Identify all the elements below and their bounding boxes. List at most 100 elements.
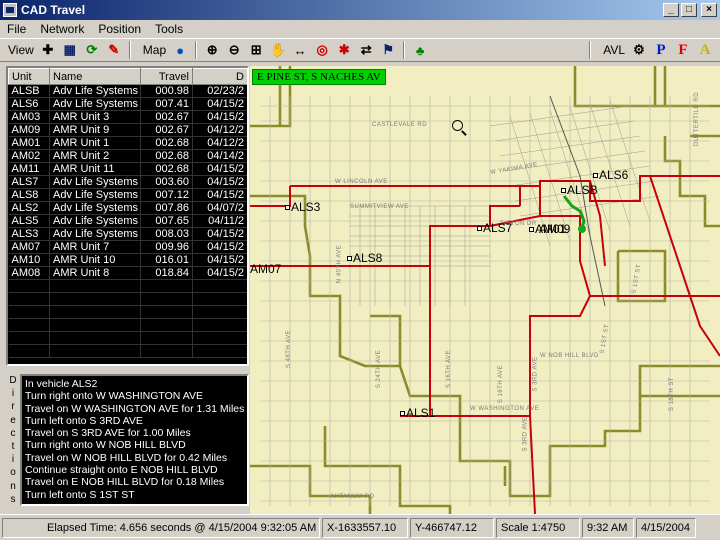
unit-row[interactable]: ALS3 Adv Life Systems 3 008.03 04/15/2 xyxy=(8,227,247,241)
empty-cell xyxy=(140,344,193,358)
unit-travel: 002.67 xyxy=(140,110,193,124)
direction-step[interactable]: Travel on E NOB HILL BLVD for 0.18 Miles xyxy=(25,476,244,488)
unit-row[interactable]: AM08 AMR Unit 8 018.84 04/15/2 xyxy=(8,266,247,280)
zoom-out-icon[interactable]: ⊖ xyxy=(225,41,243,59)
direction-step[interactable]: Travel on S 3RD AVE for 1.00 Miles xyxy=(25,427,244,439)
unit-row[interactable]: AM09 AMR Unit 9 002.67 04/12/2 xyxy=(8,123,247,137)
unit-id: AM10 xyxy=(8,253,50,267)
directions-side-letter: i xyxy=(11,454,15,466)
direction-step[interactable]: Travel on W WASHINGTON AVE for 1.31 Mile… xyxy=(25,403,244,415)
unit-row[interactable]: ALS7 Adv Life Systems 7 003.60 04/15/2 xyxy=(8,175,247,189)
unit-row[interactable]: ALS8 Adv Life Systems 8 007.12 04/15/2 xyxy=(8,188,247,202)
location-pin-icon[interactable]: ♣ xyxy=(411,41,429,59)
column-header-date[interactable]: D xyxy=(192,68,247,85)
street-label: N 40TH AVE xyxy=(336,244,343,284)
unit-row[interactable]: AM02 AMR Unit 2 002.68 04/14/2 xyxy=(8,149,247,163)
street-label: W NOB HILL BLVD xyxy=(540,353,599,359)
unit-marker-am09[interactable]: AM09 xyxy=(539,222,570,236)
direction-step[interactable]: Turn right onto W NOB HILL BLVD xyxy=(25,439,244,451)
unit-row[interactable]: ALSB Adv Life Systems ... 000.98 02/23/2 xyxy=(8,84,247,98)
map-canvas[interactable] xyxy=(250,66,720,514)
unit-date: 04/15/2 xyxy=(192,266,247,280)
eraser-icon[interactable]: ✎ xyxy=(105,41,123,59)
fire-button[interactable]: F xyxy=(674,41,692,59)
unit-id: AM02 xyxy=(8,149,50,163)
column-header-travel[interactable]: Travel xyxy=(140,68,193,85)
pan-hand-icon[interactable]: ✋ xyxy=(269,41,287,59)
status-date: 4/15/2004 xyxy=(636,517,696,538)
unit-list[interactable]: Unit Name Travel D ALSB Adv Life Systems … xyxy=(6,66,249,366)
column-header-name[interactable]: Name xyxy=(49,68,141,85)
avl-label: AVL xyxy=(603,43,625,57)
unit-row[interactable]: ALS6 Adv Life Systems 6 007.41 04/15/2 xyxy=(8,97,247,111)
title-bar: CAD Travel _ □ × xyxy=(0,0,720,20)
unit-name: Adv Life Systems 2 xyxy=(49,201,141,215)
directions-icon[interactable]: ⇄ xyxy=(357,41,375,59)
zoom-extent-icon[interactable]: ⊞ xyxy=(247,41,265,59)
unit-row[interactable]: AM07 AMR Unit 7 009.96 04/15/2 xyxy=(8,240,247,254)
empty-row xyxy=(8,305,247,319)
menu-network[interactable]: Network xyxy=(33,22,91,36)
toolbar-separator xyxy=(589,41,592,59)
zoom-cursor-icon xyxy=(452,120,463,131)
directions-panel[interactable]: In vehicle ALS2 Turn right onto W WASHING… xyxy=(20,374,249,506)
map-view[interactable]: E PINE ST, S NACHES AV CASTLEVALE RD W L… xyxy=(250,66,720,514)
empty-cell xyxy=(192,344,247,358)
unit-row[interactable]: AM10 AMR Unit 10 016.01 04/15/2 xyxy=(8,253,247,267)
unit-marker-als6[interactable]: ALS6 xyxy=(593,168,628,182)
route-runner-icon[interactable]: ✱ xyxy=(335,41,353,59)
close-button[interactable]: × xyxy=(701,3,717,17)
empty-row xyxy=(8,279,247,293)
unit-date: 04/12/2 xyxy=(192,123,247,137)
map-location-banner: E PINE ST, S NACHES AV xyxy=(252,69,386,85)
window-title: CAD Travel xyxy=(21,3,86,17)
unit-travel: 007.41 xyxy=(140,97,193,111)
unit-name: Adv Life Systems ... xyxy=(49,84,141,98)
direction-step[interactable]: In vehicle ALS2 xyxy=(25,378,244,390)
unit-date: 04/15/2 xyxy=(192,175,247,189)
unit-id: ALS7 xyxy=(8,175,50,189)
menu-bar: File Network Position Tools xyxy=(0,20,720,38)
unit-row[interactable]: ALS5 Adv Life Systems 5 007.65 04/11/2 xyxy=(8,214,247,228)
menu-tools[interactable]: Tools xyxy=(148,22,190,36)
unit-marker-am07[interactable]: AM07 xyxy=(250,262,281,276)
avl-icon[interactable]: ⚙ xyxy=(630,41,648,59)
unit-marker-alsb[interactable]: ALSB xyxy=(561,183,598,197)
direction-step[interactable]: Turn left onto S 1ST ST xyxy=(25,489,244,501)
unit-marker-als3[interactable]: ALS3 xyxy=(285,200,320,214)
unit-row[interactable]: ALS2 Adv Life Systems 2 007.86 04/07/2 xyxy=(8,201,247,215)
police-button[interactable]: P xyxy=(652,41,670,59)
zoom-in-icon[interactable]: ⊕ xyxy=(203,41,221,59)
column-header-unit[interactable]: Unit xyxy=(8,68,50,85)
unit-date: 04/15/2 xyxy=(192,110,247,124)
unit-marker-als7[interactable]: ALS7 xyxy=(477,221,512,235)
direction-step[interactable]: Continue straight onto E NOB HILL BLVD xyxy=(25,464,244,476)
unit-row[interactable]: AM01 AMR Unit 1 002.68 04/12/2 xyxy=(8,136,247,150)
directions-side-letter: e xyxy=(10,414,16,426)
flag-icon[interactable]: ⚑ xyxy=(379,41,397,59)
add-unit-icon[interactable]: ✚ xyxy=(39,41,57,59)
grid-icon[interactable]: ▦ xyxy=(61,41,79,59)
unit-row[interactable]: AM03 AMR Unit 3 002.67 04/15/2 xyxy=(8,110,247,124)
measure-icon[interactable]: ↔ xyxy=(291,41,309,59)
refresh-icon[interactable]: ⟳ xyxy=(83,41,101,59)
unit-travel: 002.68 xyxy=(140,162,193,176)
direction-step[interactable]: Turn left onto S 3RD AVE xyxy=(25,415,244,427)
maximize-button[interactable]: □ xyxy=(681,3,697,17)
direction-step[interactable]: Turn right onto W WASHINGTON AVE xyxy=(25,390,244,402)
street-label: W WASHINGTON AVE xyxy=(470,406,540,412)
unit-marker-label: ALS6 xyxy=(599,168,629,182)
menu-position[interactable]: Position xyxy=(91,22,148,36)
target-icon[interactable]: ◎ xyxy=(313,41,331,59)
minimize-button[interactable]: _ xyxy=(663,3,679,17)
ambulance-button[interactable]: A xyxy=(696,41,714,59)
empty-cell xyxy=(49,305,141,319)
empty-cell xyxy=(49,279,141,293)
menu-file[interactable]: File xyxy=(0,22,33,36)
globe-icon[interactable]: ● xyxy=(171,41,189,59)
unit-marker-als8[interactable]: ALS8 xyxy=(347,251,382,265)
unit-row[interactable]: AM11 AMR Unit 11 002.68 04/15/2 xyxy=(8,162,247,176)
direction-step[interactable]: Travel on W NOB HILL BLVD for 0.42 Miles xyxy=(25,452,244,464)
unit-id: AM03 xyxy=(8,110,50,124)
unit-marker-als1[interactable]: ALS1 xyxy=(400,406,435,420)
